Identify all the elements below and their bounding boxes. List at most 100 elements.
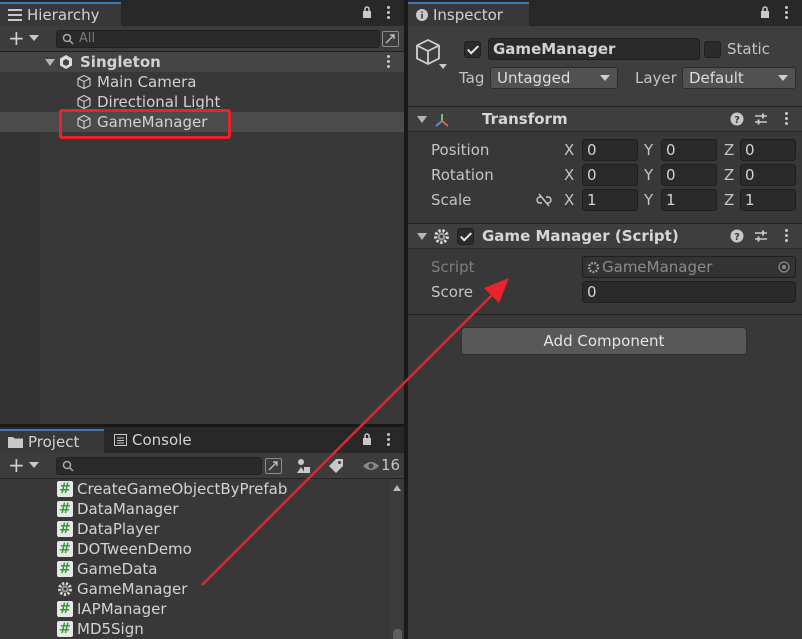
object-name-field[interactable]: GameManager [488,38,700,60]
axis-x-label[interactable]: X [564,139,574,161]
scale-y-field[interactable]: 1 [661,189,717,211]
presets-icon[interactable] [754,229,768,243]
project-menu-icon[interactable] [387,433,391,447]
axis-y-label[interactable]: Y [644,189,653,211]
cube-icon [77,74,91,90]
file-label: DataManager [77,500,179,518]
scroll-thumb[interactable] [393,629,402,639]
help-icon[interactable]: ? [730,229,744,243]
icon-picker-chevron-icon[interactable] [439,64,447,69]
static-checkbox[interactable] [704,41,721,58]
file-label: MD5Sign [77,620,144,638]
axis-y-label[interactable]: Y [644,139,653,161]
position-x-field[interactable]: 0 [582,139,638,161]
add-icon[interactable]: + [8,455,25,475]
list-item[interactable]: # DOTweenDemo [0,539,390,559]
axis-z-label[interactable]: Z [724,164,734,186]
list-item[interactable]: GameManager [0,579,390,599]
add-icon[interactable]: + [8,28,25,48]
help-icon[interactable]: ? [730,112,744,126]
layer-label: Layer [635,69,677,87]
list-item[interactable]: # DataPlayer [0,519,390,539]
transform-header[interactable]: Transform ? [408,106,802,132]
axis-x-label[interactable]: X [564,189,574,211]
object-picker-icon[interactable] [778,261,790,273]
axis-y-label[interactable]: Y [644,164,653,186]
script-component-body: Script GameManager Score 0 [408,249,802,315]
tab-project-label: Project [28,433,80,451]
lock-icon[interactable] [362,433,372,445]
cube-icon[interactable] [414,38,442,66]
script-icon: # [57,561,73,577]
tag-dropdown[interactable]: Untagged [490,67,618,89]
component-menu-icon[interactable] [785,112,789,126]
script-icon: # [57,541,73,557]
scene-search-toggle-icon[interactable] [382,31,399,47]
tab-console[interactable]: Console [106,427,216,453]
component-menu-icon[interactable] [785,229,789,243]
axis-z-label[interactable]: Z [724,139,734,161]
component-enabled-checkbox[interactable] [457,228,474,245]
chevron-down-icon[interactable] [29,462,39,468]
scale-x-field[interactable]: 1 [582,189,638,211]
script-object-field[interactable]: GameManager [582,256,796,278]
tab-hierarchy[interactable]: Hierarchy [0,2,121,26]
tab-project[interactable]: Project [0,429,104,453]
hierarchy-menu-icon[interactable] [387,6,391,20]
score-field[interactable]: 0 [582,281,796,303]
search-icon [62,460,74,472]
svg-text:?: ? [734,232,740,243]
eye-icon[interactable] [362,460,380,472]
hierarchy-item[interactable]: Main Camera [0,72,404,92]
folder-icon [8,432,23,454]
filter-by-label-icon[interactable] [328,458,344,474]
hierarchy-gutter [0,132,40,424]
expand-icon[interactable] [45,59,55,66]
project-scrollbar[interactable] [390,479,404,639]
transform-title: Transform [482,110,568,128]
axis-x-label[interactable]: X [564,164,574,186]
lock-icon[interactable] [362,6,372,18]
project-search-input[interactable] [56,457,262,475]
list-item[interactable]: # MD5Sign [0,619,390,639]
add-component-button[interactable]: Add Component [461,327,747,355]
position-y-field[interactable]: 0 [661,139,717,161]
active-checkbox[interactable] [464,41,481,58]
filter-by-type-icon[interactable] [296,458,312,474]
file-label: GameData [77,560,158,578]
search-placeholder: All [79,31,96,46]
list-item[interactable]: # CreateGameObjectByPrefab [0,479,390,499]
layer-dropdown[interactable]: Default [682,67,796,89]
cube-icon [77,94,91,110]
list-item[interactable]: # IAPManager [0,599,390,619]
project-tabbar: Project Console [0,427,404,453]
chevron-down-icon[interactable] [29,35,39,41]
scene-search-toggle-icon[interactable] [265,458,282,474]
rotation-x-field[interactable]: 0 [582,164,638,186]
position-z-field[interactable]: 0 [740,139,796,161]
position-label: Position [431,141,490,159]
rotation-z-field[interactable]: 0 [740,164,796,186]
script-value: GameManager [602,258,713,276]
rotation-y-field[interactable]: 0 [661,164,717,186]
fold-icon[interactable] [417,116,427,123]
scroll-up-icon[interactable] [393,485,401,491]
scene-row[interactable]: Singleton [0,52,404,72]
presets-icon[interactable] [754,112,768,126]
project-toolbar: + 16 [0,453,404,479]
script-component-header[interactable]: Game Manager (Script) ? [408,223,802,249]
lock-icon[interactable] [760,6,770,18]
fold-icon[interactable] [417,233,427,240]
link-icon[interactable] [536,193,552,207]
list-item[interactable]: # DataManager [0,499,390,519]
list-item[interactable]: # GameData [0,559,390,579]
scale-z-field[interactable]: 1 [740,189,796,211]
axis-z-label[interactable]: Z [724,189,734,211]
chevron-down-icon [778,75,788,81]
hierarchy-search-input[interactable]: All [56,30,380,48]
inspector-menu-icon[interactable] [785,6,789,20]
script-icon: # [57,621,73,637]
tab-inspector[interactable]: Inspector [408,2,529,26]
scene-menu-icon[interactable] [387,55,391,69]
gear-icon [587,261,600,274]
